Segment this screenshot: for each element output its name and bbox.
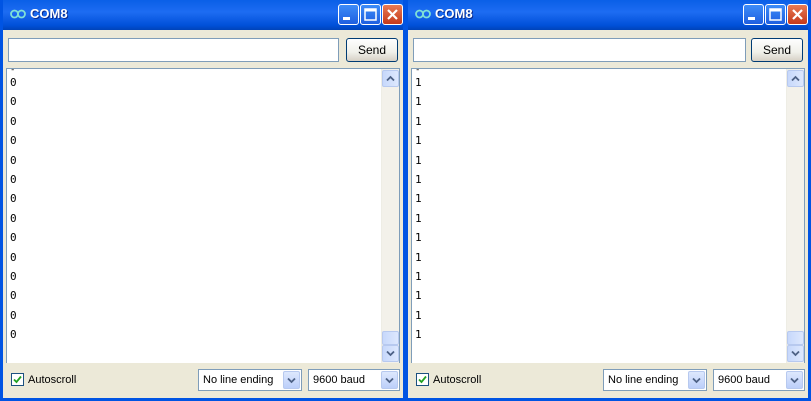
line-ending-value: No line ending: [608, 374, 679, 386]
status-bar: Autoscroll No line ending 9600 baud: [408, 363, 808, 398]
title-bar[interactable]: COM8: [408, 0, 808, 30]
send-button[interactable]: Send: [346, 38, 398, 62]
line-ending-select[interactable]: No line ending: [198, 369, 302, 391]
status-bar: Autoscroll No line ending 9600 baud: [3, 363, 403, 398]
output-line: 1: [415, 172, 422, 186]
scroll-down-button[interactable]: [787, 345, 804, 362]
dropdown-button[interactable]: [381, 371, 398, 389]
arduino-infinity-icon: [415, 9, 431, 19]
output-line: 0: [10, 250, 17, 264]
output-line: 1: [415, 153, 422, 167]
title-bar[interactable]: COM8: [3, 0, 403, 30]
output-line: 1: [415, 114, 422, 128]
maximize-icon: [769, 8, 782, 21]
output-line: 0: [10, 114, 17, 128]
output-line: 0: [10, 76, 17, 89]
output-line: 0: [10, 95, 17, 109]
scroll-up-button[interactable]: [787, 70, 804, 87]
output-line: 0: [10, 308, 17, 322]
autoscroll-toggle[interactable]: Autoscroll: [11, 373, 76, 386]
output-line: 1: [415, 211, 422, 225]
scroll-thumb[interactable]: [787, 331, 804, 345]
close-icon: [387, 9, 398, 20]
line-ending-value: No line ending: [203, 374, 274, 386]
minimize-button[interactable]: [338, 4, 359, 25]
chevron-down-icon: [790, 377, 799, 384]
output-lines: 0 0 0 0 0 0 0 0 0 0 0 0 0 0: [10, 73, 377, 344]
scroll-thumb[interactable]: [382, 331, 399, 345]
maximize-icon: [364, 8, 377, 21]
serial-monitor-window-left: COM8 Send - 0 0 0 0 0 0 0 0 0 0 0 0 0 0 …: [0, 0, 406, 401]
output-line: 1: [415, 95, 422, 109]
serial-monitor-window-right: COM8 Send - 1 1 1 1 1 1 1 1 1 1 1 1 1 1 …: [405, 0, 811, 401]
output-line: 1: [415, 76, 422, 89]
output-line: 0: [10, 289, 17, 303]
send-button[interactable]: Send: [751, 38, 803, 62]
autoscroll-checkbox[interactable]: [11, 373, 24, 386]
chevron-down-icon: [385, 377, 394, 384]
output-line: 1: [415, 308, 422, 322]
output-lines: 1 1 1 1 1 1 1 1 1 1 1 1 1 1: [415, 73, 782, 344]
send-toolbar: Send: [8, 37, 398, 63]
output-line: 0: [10, 211, 17, 225]
output-line: 1: [415, 269, 422, 283]
output-line: 1: [415, 192, 422, 206]
close-icon: [792, 9, 803, 20]
baud-rate-value: 9600 baud: [718, 374, 770, 386]
vertical-scrollbar[interactable]: [381, 69, 399, 363]
line-ending-select[interactable]: No line ending: [603, 369, 707, 391]
chevron-up-icon: [791, 75, 800, 82]
output-line: 0: [10, 134, 17, 148]
output-line: 0: [10, 172, 17, 186]
serial-output[interactable]: - 0 0 0 0 0 0 0 0 0 0 0 0 0 0: [6, 68, 400, 364]
maximize-button[interactable]: [360, 4, 381, 25]
dropdown-button[interactable]: [688, 371, 705, 389]
autoscroll-label: Autoscroll: [28, 373, 77, 386]
send-input[interactable]: [413, 38, 746, 62]
chevron-down-icon: [692, 377, 701, 384]
output-line: 0: [10, 153, 17, 167]
arduino-infinity-icon: [10, 9, 26, 19]
autoscroll-label: Autoscroll: [433, 373, 482, 386]
maximize-button[interactable]: [765, 4, 786, 25]
close-button[interactable]: [382, 4, 403, 25]
chevron-down-icon: [386, 350, 395, 357]
window-title: COM8: [435, 6, 473, 21]
chevron-down-icon: [287, 377, 296, 384]
minimize-icon: [343, 17, 350, 20]
vertical-scrollbar[interactable]: [786, 69, 804, 363]
dropdown-button[interactable]: [283, 371, 300, 389]
serial-output[interactable]: - 1 1 1 1 1 1 1 1 1 1 1 1 1 1: [411, 68, 805, 364]
minimize-button[interactable]: [743, 4, 764, 25]
check-icon: [418, 375, 427, 384]
send-input[interactable]: [8, 38, 339, 62]
output-line: 1: [415, 328, 422, 342]
send-toolbar: Send: [413, 37, 803, 63]
baud-rate-select[interactable]: 9600 baud: [713, 369, 805, 391]
autoscroll-checkbox[interactable]: [416, 373, 429, 386]
dropdown-button[interactable]: [786, 371, 803, 389]
output-line: 1: [415, 134, 422, 148]
window-title: COM8: [30, 6, 68, 21]
output-line: 1: [415, 231, 422, 245]
autoscroll-toggle[interactable]: Autoscroll: [416, 373, 481, 386]
chevron-up-icon: [386, 75, 395, 82]
baud-rate-select[interactable]: 9600 baud: [308, 369, 400, 391]
chevron-down-icon: [791, 350, 800, 357]
output-line: 0: [10, 192, 17, 206]
output-line: 1: [415, 289, 422, 303]
scroll-down-button[interactable]: [382, 345, 399, 362]
output-line: 1: [415, 250, 422, 264]
output-line: 0: [10, 231, 17, 245]
check-icon: [13, 375, 22, 384]
output-line: 0: [10, 328, 17, 342]
minimize-icon: [748, 17, 755, 20]
scroll-up-button[interactable]: [382, 70, 399, 87]
close-button[interactable]: [787, 4, 808, 25]
output-line: 0: [10, 269, 17, 283]
baud-rate-value: 9600 baud: [313, 374, 365, 386]
